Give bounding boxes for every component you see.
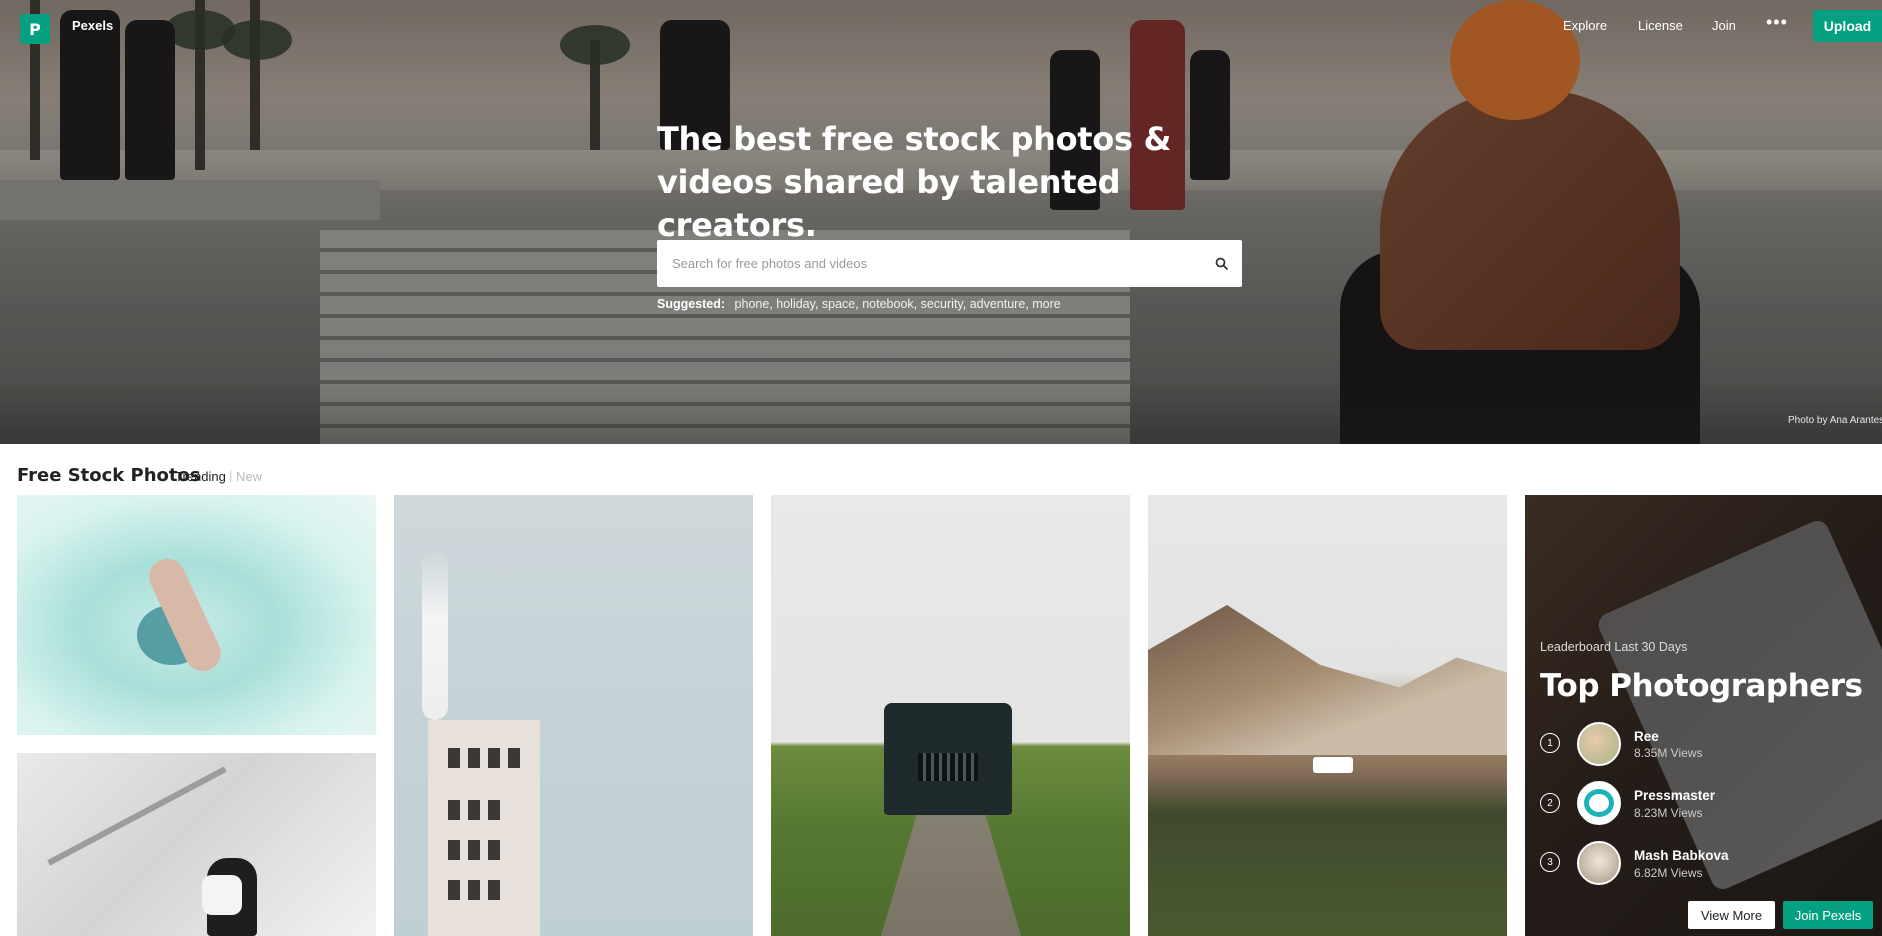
leaderboard-subtitle: Leaderboard Last 30 Days [1540,640,1688,654]
suggestion-link[interactable]: phone [735,297,770,311]
avatar[interactable] [1577,722,1621,766]
rank-badge: 1 [1540,733,1560,753]
leaderboard-title: Top Photographers [1540,668,1863,704]
photographer-name[interactable]: Mash Babkova [1634,848,1729,863]
more-dots-icon[interactable]: ••• [1766,12,1788,33]
tab-trending[interactable]: Trending [175,469,226,484]
photographer-name[interactable]: Pressmaster [1634,788,1715,803]
nav-join[interactable]: Join [1712,18,1736,33]
suggestion-more-link[interactable]: more [1032,297,1060,311]
rank-badge: 2 [1540,793,1560,813]
photographer-views: 8.35M Views [1634,746,1703,760]
view-more-button[interactable]: View More [1688,901,1775,929]
suggestion-link[interactable]: space [822,297,855,311]
suggestion-link[interactable]: adventure [970,297,1026,311]
nav-license[interactable]: License [1638,18,1683,33]
avatar[interactable] [1577,841,1621,885]
search-icon[interactable] [1202,240,1242,287]
join-pexels-button[interactable]: Join Pexels [1783,901,1873,929]
search-bar [657,240,1242,287]
photo-building-smoke[interactable] [394,495,753,936]
suggested-searches: Suggested: phone, holiday, space, notebo… [657,297,1061,311]
brand-name[interactable]: Pexels [72,18,113,33]
photographer-name[interactable]: Ree [1634,729,1659,744]
nav-explore[interactable]: Explore [1563,18,1607,33]
search-input[interactable] [657,240,1202,287]
tab-new[interactable]: New [236,469,262,484]
tab-separator: | [229,468,233,483]
photo-pool-swimmer[interactable] [17,495,376,735]
hero-headline: The best free stock photos & videos shar… [657,120,1172,244]
suggestion-link[interactable]: holiday [776,297,815,311]
photo-jeep-road[interactable] [771,495,1130,936]
avatar[interactable] [1577,781,1621,825]
photo-mountains[interactable] [1148,495,1507,936]
suggestion-link[interactable]: notebook [862,297,913,311]
pexels-logo-icon[interactable]: P [20,14,50,44]
suggested-label: Suggested: [657,297,726,311]
section-title: Free Stock Photos [17,465,201,486]
rank-badge: 3 [1540,852,1560,872]
upload-button[interactable]: Upload [1813,10,1882,42]
photo-stairs-person[interactable] [17,753,376,936]
photo-credit[interactable]: Photo by Ana Arantes [1788,415,1882,426]
photographer-views: 6.82M Views [1634,866,1703,880]
suggestion-link[interactable]: security [921,297,963,311]
photographer-views: 8.23M Views [1634,806,1703,820]
